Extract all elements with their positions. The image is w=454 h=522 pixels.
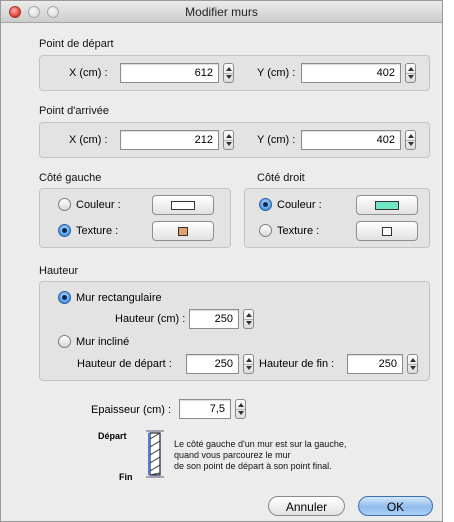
rect-height-label: Hauteur (cm) : (115, 313, 186, 325)
rect-height-field[interactable]: 250 (189, 309, 239, 329)
end-y-label: Y (cm) : (257, 134, 296, 146)
rect-height-stepper[interactable] (243, 309, 254, 329)
stepper-divider (236, 409, 245, 410)
stepper-up-icon[interactable] (410, 358, 416, 362)
start-y-stepper[interactable] (405, 63, 416, 83)
ok-button[interactable]: OK (358, 496, 433, 516)
right-texture-button[interactable] (356, 221, 418, 241)
start-y-field[interactable]: 402 (301, 63, 401, 83)
stepper-up-icon[interactable] (226, 134, 232, 138)
end-legend-label: Fin (119, 472, 133, 482)
legend-line-1: Le côté gauche d'un mur est sur la gauch… (174, 439, 347, 449)
start-x-field[interactable]: 612 (120, 63, 219, 83)
left-texture-label[interactable]: Texture : (76, 225, 118, 237)
rectangular-wall-label[interactable]: Mur rectangulaire (76, 292, 162, 304)
start-x-stepper[interactable] (223, 63, 234, 83)
end-height-field[interactable]: 250 (347, 354, 403, 374)
start-point-group: X (cm) : 612 Y (cm) : 402 (39, 55, 430, 91)
window-title: Modifier murs (185, 5, 258, 19)
end-height-label: Hauteur de fin : (259, 358, 335, 370)
thickness-label: Epaisseur (cm) : (91, 404, 172, 416)
height-group: Mur rectangulaire Hauteur (cm) : 250 Mur… (39, 281, 430, 381)
end-x-label: X (cm) : (69, 134, 108, 146)
start-legend-label: Départ (98, 431, 127, 441)
end-x-field[interactable]: 212 (120, 130, 219, 150)
legend-line-2: quand vous parcourez le mur (174, 450, 291, 460)
right-color-swatch (375, 201, 399, 210)
right-texture-swatch (382, 227, 392, 236)
end-y-field[interactable]: 402 (301, 130, 401, 150)
stepper-divider (406, 140, 415, 141)
height-heading: Hauteur (39, 265, 79, 277)
right-texture-radio[interactable] (259, 224, 272, 237)
stepper-down-icon[interactable] (226, 142, 232, 146)
stepper-down-icon[interactable] (238, 411, 244, 415)
left-color-radio[interactable] (58, 198, 71, 211)
end-height-stepper[interactable] (407, 354, 418, 374)
right-color-button[interactable] (356, 195, 418, 215)
stepper-divider (406, 73, 415, 74)
end-point-heading: Point d'arrivée (39, 105, 109, 117)
stepper-down-icon[interactable] (408, 75, 414, 79)
left-color-swatch (171, 201, 195, 210)
left-texture-swatch (178, 227, 188, 236)
start-height-stepper[interactable] (243, 354, 254, 374)
stepper-divider (244, 319, 253, 320)
cancel-button[interactable]: Annuler (268, 496, 345, 516)
right-side-group: Couleur : Texture : (244, 188, 430, 248)
start-height-label: Hauteur de départ : (77, 358, 172, 370)
end-y-stepper[interactable] (405, 130, 416, 150)
stepper-divider (244, 364, 253, 365)
start-y-label: Y (cm) : (257, 67, 296, 79)
stepper-up-icon[interactable] (226, 67, 232, 71)
stepper-divider (408, 364, 417, 365)
left-texture-button[interactable] (152, 221, 214, 241)
end-point-group: X (cm) : 212 Y (cm) : 402 (39, 122, 430, 158)
stepper-down-icon[interactable] (226, 75, 232, 79)
thickness-field[interactable]: 7,5 (179, 399, 231, 419)
wall-direction-icon (146, 430, 164, 478)
thickness-stepper[interactable] (235, 399, 246, 419)
right-color-label[interactable]: Couleur : (277, 199, 322, 211)
left-texture-radio[interactable] (58, 224, 71, 237)
stepper-down-icon[interactable] (408, 142, 414, 146)
title-bar: Modifier murs (1, 1, 442, 23)
inclined-wall-radio[interactable] (58, 335, 71, 348)
stepper-down-icon[interactable] (246, 366, 252, 370)
left-side-heading: Côté gauche (39, 172, 102, 184)
left-color-label[interactable]: Couleur : (76, 199, 121, 211)
right-color-radio[interactable] (259, 198, 272, 211)
left-color-button[interactable] (152, 195, 214, 215)
stepper-divider (224, 140, 233, 141)
stepper-up-icon[interactable] (246, 313, 252, 317)
inclined-wall-label[interactable]: Mur incliné (76, 336, 129, 348)
stepper-down-icon[interactable] (246, 321, 252, 325)
start-point-heading: Point de départ (39, 38, 114, 50)
stepper-up-icon[interactable] (408, 67, 414, 71)
stepper-up-icon[interactable] (238, 403, 244, 407)
end-x-stepper[interactable] (223, 130, 234, 150)
right-side-heading: Côté droit (257, 172, 305, 184)
stepper-up-icon[interactable] (408, 134, 414, 138)
rectangular-wall-radio[interactable] (58, 291, 71, 304)
legend-line-3: de son point de départ à son point final… (174, 461, 332, 471)
start-x-label: X (cm) : (69, 67, 108, 79)
stepper-divider (224, 73, 233, 74)
modify-walls-dialog: Modifier murs Point de départ X (cm) : 6… (0, 0, 443, 522)
stepper-up-icon[interactable] (246, 358, 252, 362)
left-side-group: Couleur : Texture : (39, 188, 231, 248)
start-height-field[interactable]: 250 (186, 354, 239, 374)
stepper-down-icon[interactable] (410, 366, 416, 370)
right-texture-label[interactable]: Texture : (277, 225, 319, 237)
